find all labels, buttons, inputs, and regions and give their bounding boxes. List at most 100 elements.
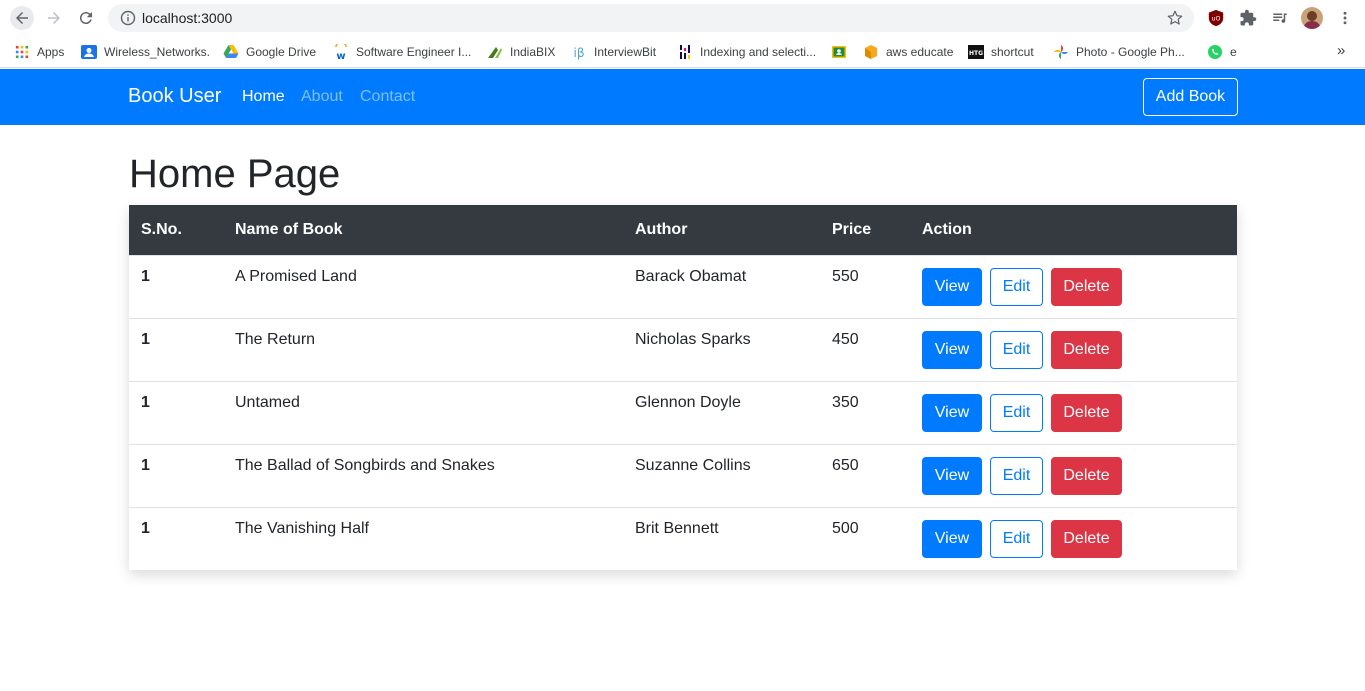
htg-icon: HTG	[968, 44, 984, 60]
cell-sno: 1	[141, 393, 150, 411]
forward-arrow-icon	[48, 12, 60, 24]
bookmark-wireless-networks[interactable]: Wireless_Networks.	[81, 44, 210, 60]
nav-link-about[interactable]: About	[301, 88, 343, 106]
interviewbit-icon: iβ	[571, 44, 587, 60]
edit-button[interactable]: Edit	[990, 456, 1043, 495]
bookmark-label: e	[1230, 45, 1237, 59]
reload-icon	[79, 12, 92, 25]
delete-button[interactable]: Delete	[1051, 456, 1122, 495]
view-button[interactable]: View	[922, 330, 982, 369]
cell-actions: View Edit Delete	[910, 507, 1237, 570]
header-name: Name of Book	[235, 220, 343, 238]
svg-text:uO: uO	[1212, 16, 1221, 23]
view-button[interactable]: View	[922, 519, 982, 558]
profile-card-icon	[81, 44, 97, 60]
header-author: Author	[635, 220, 688, 238]
cell-author: Barack Obamat	[635, 267, 747, 285]
svg-text:w: w	[336, 51, 345, 60]
header-action: Action	[922, 220, 972, 238]
books-table-container: S.No. Name of Book Author Price Action 1…	[129, 205, 1237, 570]
header-price: Price	[832, 220, 872, 238]
edit-button[interactable]: Edit	[990, 330, 1043, 369]
cell-name: Untamed	[235, 393, 300, 411]
bookmark-aws-educate[interactable]: aws educate	[863, 44, 953, 60]
cell-sno: 1	[141, 456, 150, 474]
header-sno: S.No.	[141, 220, 182, 238]
delete-button[interactable]: Delete	[1051, 393, 1122, 432]
cell-sno: 1	[141, 519, 150, 537]
google-photos-icon	[1053, 44, 1069, 60]
bookmark-label: shortcut	[991, 45, 1034, 59]
browser-toolbar: localhost:3000 uO	[0, 0, 1365, 36]
aws-box-icon	[863, 44, 879, 60]
delete-button[interactable]: Delete	[1051, 519, 1122, 558]
bookmark-whatsapp[interactable]: e	[1207, 44, 1237, 60]
back-button[interactable]	[10, 6, 34, 30]
view-button[interactable]: View	[922, 393, 982, 432]
cell-name: A Promised Land	[235, 267, 357, 285]
apps-grid-icon	[14, 44, 30, 60]
bookmark-label: Indexing and selecti...	[700, 45, 817, 59]
add-book-button[interactable]: Add Book	[1143, 78, 1238, 116]
bookmark-label: aws educate	[886, 45, 954, 59]
cell-sno: 1	[141, 330, 150, 348]
edit-button[interactable]: Edit	[990, 393, 1043, 432]
profile-avatar[interactable]	[1301, 7, 1323, 29]
bookmark-star-icon[interactable]	[1166, 9, 1184, 27]
media-queue-icon[interactable]	[1270, 8, 1290, 28]
bookmark-label: Apps	[37, 45, 65, 59]
cell-name: The Ballad of Songbirds and Snakes	[235, 456, 495, 474]
cell-name: The Vanishing Half	[235, 519, 369, 537]
bookmark-software-engineer[interactable]: w Software Engineer I...	[333, 44, 471, 60]
info-icon[interactable]	[120, 10, 136, 26]
brand-link[interactable]: Book User	[128, 85, 221, 108]
bookmark-google-drive[interactable]: Google Drive	[223, 44, 316, 60]
view-button[interactable]: View	[922, 456, 982, 495]
cell-actions: View Edit Delete	[910, 318, 1237, 381]
books-table: S.No. Name of Book Author Price Action 1…	[129, 205, 1237, 570]
table-row: 1 The Ballad of Songbirds and Snakes Suz…	[129, 444, 1237, 507]
google-drive-icon	[223, 44, 239, 60]
cell-price: 350	[832, 393, 859, 411]
delete-button[interactable]: Delete	[1051, 330, 1122, 369]
delete-button[interactable]: Delete	[1051, 267, 1122, 306]
bookmark-shortcut[interactable]: HTG shortcut	[968, 44, 1034, 60]
address-bar[interactable]: localhost:3000	[108, 4, 1194, 32]
cell-price: 550	[832, 267, 859, 285]
bookmark-interviewbit[interactable]: iβ InterviewBit	[571, 44, 657, 60]
nav-link-contact[interactable]: Contact	[360, 88, 415, 106]
chrome-menu-icon[interactable]	[1335, 8, 1355, 28]
edit-button[interactable]: Edit	[990, 519, 1043, 558]
table-row: 1 A Promised Land Barack Obamat 550 View…	[129, 255, 1237, 318]
extensions-puzzle-icon[interactable]	[1238, 8, 1258, 28]
cell-price: 650	[832, 456, 859, 474]
classroom-icon	[831, 44, 847, 60]
back-arrow-icon	[16, 12, 28, 24]
bookmark-classroom[interactable]	[831, 44, 854, 60]
bookmark-label: Google Drive	[246, 45, 317, 59]
app-navbar: Book User Home About Contact Add Book	[0, 69, 1365, 125]
cell-actions: View Edit Delete	[910, 255, 1237, 318]
cell-price: 450	[832, 330, 859, 348]
bookmark-label: InterviewBit	[594, 45, 657, 59]
bookmark-apps[interactable]: Apps	[14, 44, 64, 60]
bookmark-indexing[interactable]: Indexing and selecti...	[677, 44, 816, 60]
bookmark-google-photos[interactable]: Photo - Google Ph...	[1053, 44, 1185, 60]
edit-button[interactable]: Edit	[990, 267, 1043, 306]
cell-actions: View Edit Delete	[910, 381, 1237, 444]
bookmark-indiabix[interactable]: IndiaBIX	[487, 44, 555, 60]
reload-button[interactable]	[74, 6, 98, 30]
ublock-icon[interactable]: uO	[1206, 8, 1226, 28]
cell-author: Brit Bennett	[635, 519, 719, 537]
bookmark-label: IndiaBIX	[510, 45, 556, 59]
cell-author: Glennon Doyle	[635, 393, 741, 411]
bookmarks-bar: Apps Wireless_Networks. Google Drive w S…	[0, 36, 1365, 68]
nav-link-home[interactable]: Home	[242, 88, 285, 106]
bookmarks-overflow-icon[interactable]: »	[1337, 42, 1345, 59]
table-row: 1 The Return Nicholas Sparks 450 View Edi…	[129, 318, 1237, 381]
view-button[interactable]: View	[922, 267, 982, 306]
forward-button[interactable]	[42, 6, 66, 30]
pandas-icon	[677, 44, 693, 60]
cell-actions: View Edit Delete	[910, 444, 1237, 507]
cell-sno: 1	[141, 267, 150, 285]
